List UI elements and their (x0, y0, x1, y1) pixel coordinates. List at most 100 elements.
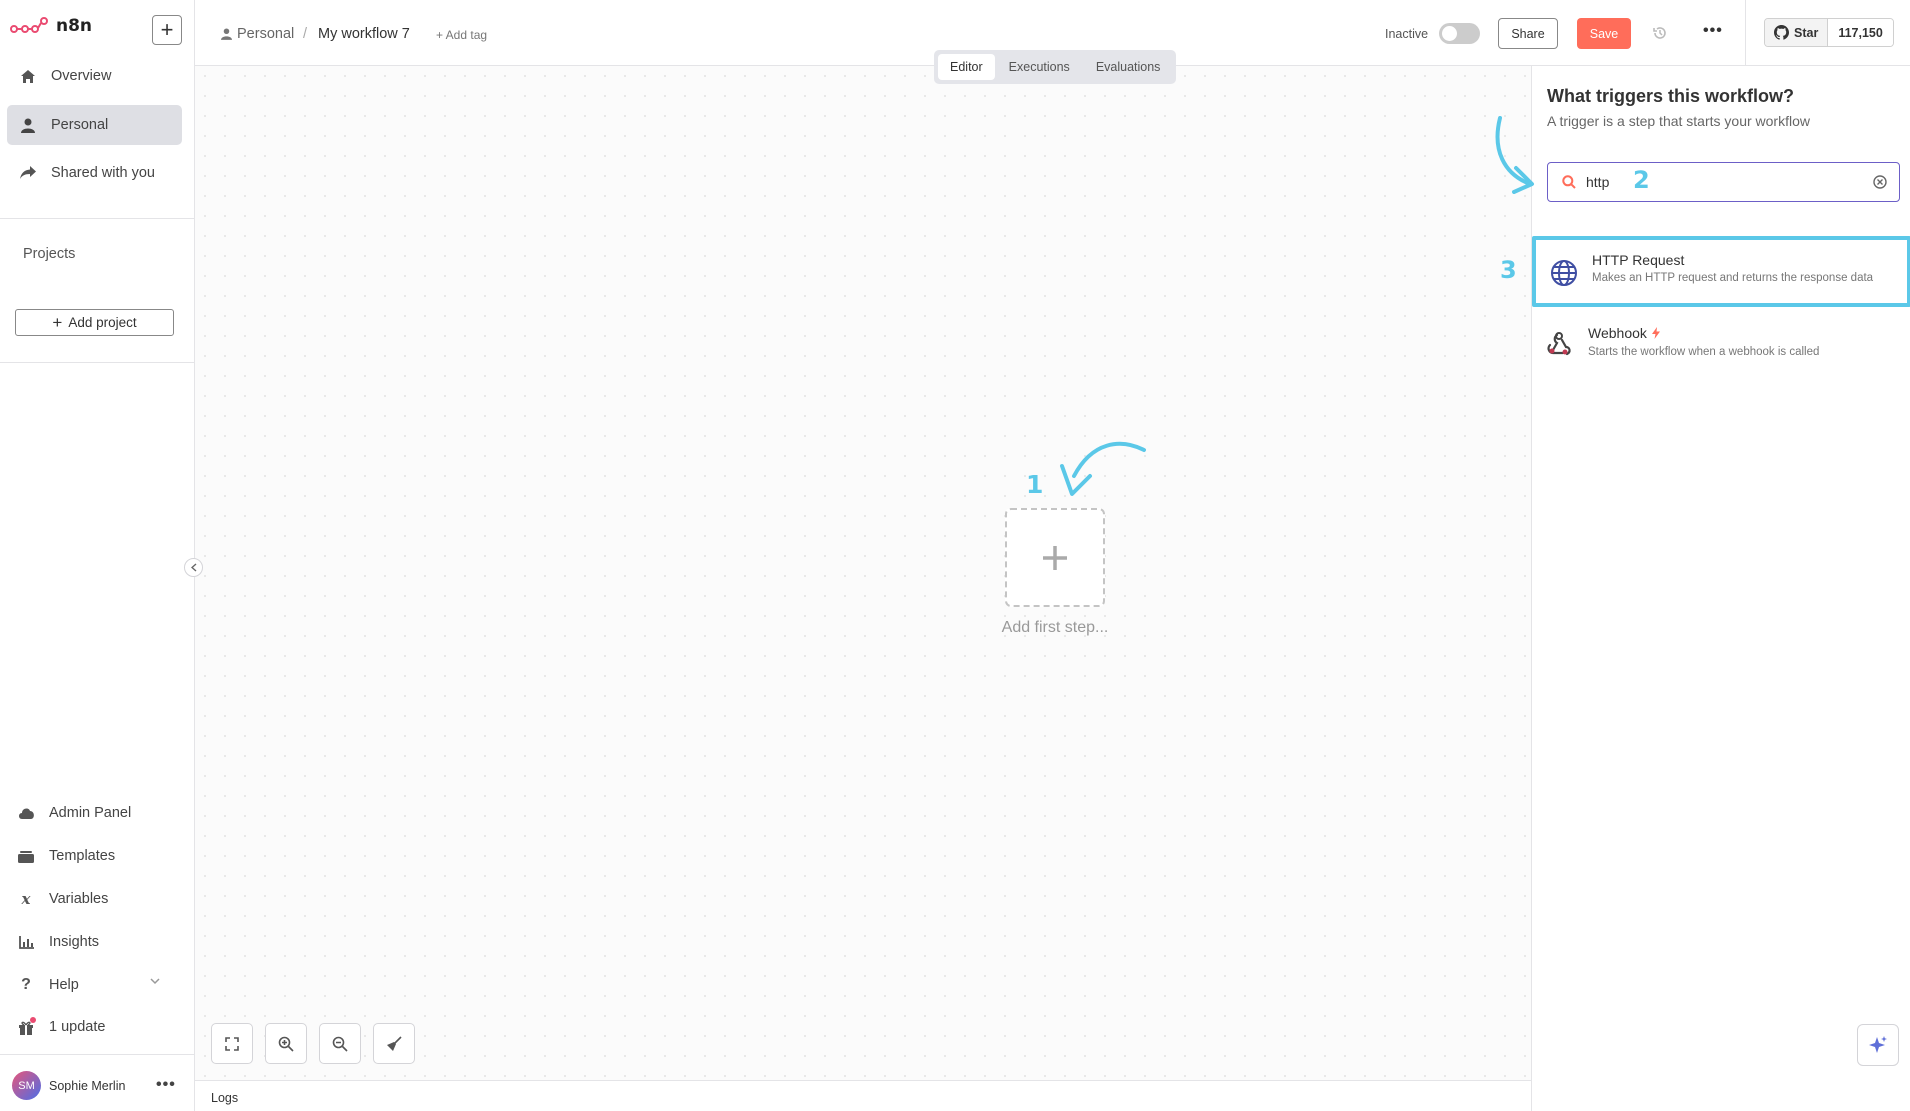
cloud-icon (17, 807, 35, 819)
collapse-sidebar-button[interactable] (184, 558, 203, 577)
workflow-title[interactable]: My workflow 7 (318, 26, 410, 42)
panel-subtitle: A trigger is a step that starts your wor… (1547, 113, 1810, 129)
variables-icon: x (21, 890, 31, 908)
node-creator-panel: What triggers this workflow? A trigger i… (1531, 66, 1910, 1111)
view-tabs: Editor Executions Evaluations (934, 50, 1176, 84)
globe-icon (1551, 260, 1577, 286)
annotation-number-3: 3 (1500, 256, 1517, 284)
add-project-button[interactable]: + Add project (15, 309, 174, 336)
user-icon (19, 118, 37, 133)
sidebar-item-label: Variables (49, 891, 109, 907)
annotation-number-2: 2 (1633, 166, 1650, 194)
chevron-left-icon (190, 563, 196, 572)
plus-icon (1043, 545, 1067, 570)
sidebar-item-admin-panel[interactable]: Admin Panel (17, 800, 167, 826)
chart-icon (17, 935, 35, 949)
sidebar-item-label: Insights (49, 934, 99, 950)
annotation-arrow-icon (1495, 116, 1534, 194)
annotation-arrow-icon (1060, 441, 1146, 496)
tab-editor[interactable]: Editor (938, 54, 995, 80)
projects-heading: Projects (23, 246, 76, 262)
tidy-up-button[interactable] (373, 1023, 415, 1064)
search-input[interactable] (1586, 174, 1636, 190)
user-icon (221, 28, 232, 40)
breadcrumb-project-label: Personal (237, 26, 295, 42)
tab-evaluations[interactable]: Evaluations (1084, 54, 1173, 80)
add-first-step-label: Add first step... (1001, 619, 1109, 636)
sidebar-item-label: Personal (51, 117, 109, 133)
avatar: SM (12, 1071, 41, 1100)
zoom-in-button[interactable] (265, 1023, 307, 1064)
divider (0, 218, 194, 219)
node-description: Starts the workflow when a webhook is ca… (1588, 346, 1820, 358)
status-label: Inactive (1385, 27, 1429, 41)
zoom-out-button[interactable] (319, 1023, 361, 1064)
more-options-icon[interactable]: ••• (1703, 22, 1723, 40)
zoom-in-icon (278, 1036, 294, 1052)
sidebar-item-shared[interactable]: Shared with you (7, 153, 182, 193)
sidebar-item-variables[interactable]: x Variables (17, 886, 167, 912)
sidebar-item-templates[interactable]: Templates (17, 843, 167, 869)
sidebar-item-overview[interactable]: Overview (7, 56, 182, 96)
logs-label: Logs (211, 1091, 239, 1105)
fit-view-button[interactable] (211, 1023, 253, 1064)
add-first-step-button[interactable] (1005, 508, 1105, 607)
breadcrumb-separator: / (303, 26, 308, 42)
logs-panel[interactable]: Logs (195, 1080, 1531, 1111)
plus-icon: + (52, 313, 63, 332)
add-project-label: Add project (68, 315, 137, 330)
github-star-widget[interactable]: Star 117,150 (1764, 18, 1894, 47)
node-description: Makes an HTTP request and returns the re… (1592, 272, 1874, 284)
sidebar-item-label: Help (49, 977, 79, 993)
user-name: Sophie Merlin (49, 1078, 126, 1093)
sidebar-item-help[interactable]: ? Help (17, 972, 167, 998)
add-tag-button[interactable]: + Add tag (436, 28, 487, 42)
gift-icon (17, 1016, 36, 1035)
chevron-down-icon[interactable] (150, 978, 160, 985)
clear-search-icon[interactable] (1873, 175, 1887, 189)
n8n-logo[interactable]: n8n (10, 16, 92, 36)
zoom-out-icon (332, 1036, 348, 1052)
divider (0, 1054, 194, 1055)
tab-executions[interactable]: Executions (997, 54, 1082, 80)
divider (1745, 0, 1746, 66)
ask-ai-button[interactable] (1857, 1024, 1899, 1066)
active-toggle[interactable] (1439, 23, 1480, 44)
sidebar-item-label: Admin Panel (49, 805, 132, 821)
history-icon[interactable] (1652, 25, 1668, 41)
sparkle-icon (1869, 1036, 1887, 1053)
workflow-canvas[interactable] (195, 66, 1531, 1080)
question-icon: ? (21, 976, 31, 993)
sidebar-item-personal[interactable]: Personal (7, 105, 182, 145)
github-star-button[interactable]: Star (1765, 19, 1829, 46)
github-star-count[interactable]: 117,150 (1828, 19, 1893, 46)
create-new-button[interactable]: + (152, 15, 182, 45)
node-result-http-request[interactable]: HTTP Request Makes an HTTP request and r… (1532, 236, 1910, 307)
sidebar-item-updates[interactable]: 1 update (17, 1014, 167, 1040)
sidebar-item-label: Overview (51, 68, 112, 84)
breadcrumb-project[interactable]: Personal (221, 26, 294, 42)
sidebar-item-label: Templates (49, 848, 116, 864)
save-button[interactable]: Save (1577, 18, 1631, 49)
fit-view-icon (225, 1036, 239, 1051)
user-menu[interactable]: SM Sophie Merlin (12, 1071, 125, 1100)
node-result-webhook[interactable]: Webhook Starts the workflow when a webho… (1532, 313, 1910, 379)
node-name-wrapper: Webhook (1588, 325, 1660, 341)
divider (0, 362, 194, 363)
n8n-logo-icon (10, 17, 48, 33)
share-button[interactable]: Share (1498, 18, 1558, 49)
github-star-label: Star (1794, 25, 1819, 40)
node-name: HTTP Request (1592, 252, 1685, 268)
sidebar-item-label: 1 update (49, 1019, 106, 1035)
share-icon (19, 166, 37, 180)
plus-icon: + (160, 17, 174, 42)
more-options-icon[interactable]: ••• (156, 1076, 176, 1094)
webhook-icon (1547, 332, 1571, 356)
home-icon (19, 69, 37, 84)
search-field[interactable] (1547, 162, 1900, 202)
notification-dot (30, 1016, 36, 1023)
sidebar-item-insights[interactable]: Insights (17, 929, 167, 955)
sidebar: n8n + Overview Personal Shared with you … (0, 0, 195, 1111)
broom-icon (387, 1035, 402, 1051)
logo-text: n8n (56, 16, 93, 36)
